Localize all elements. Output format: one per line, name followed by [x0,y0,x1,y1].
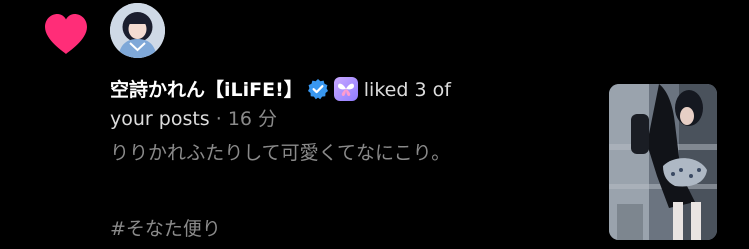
activity-notification-row[interactable]: 空詩かれん【iLiFE!】 liked 3 of your posts · 16… [0,0,749,249]
post-caption: りりかれふたりして可愛くてなにこり。 [110,142,451,164]
timestamp: 16 分 [227,108,278,130]
post-thumbnail-image[interactable] [609,84,717,240]
avatar-image [110,3,165,58]
username-link[interactable]: 空詩かれん【iLiFE!】 [110,79,303,101]
separator-dot: · [215,108,222,130]
verified-badge-icon [307,79,328,100]
notification-subline: your posts · 16 分 [110,105,590,133]
action-text-continued: your posts [110,108,210,130]
user-avatar[interactable] [110,3,165,58]
butterfly-badge-icon [333,77,358,101]
post-hashtag[interactable]: #そなた便り [110,215,590,243]
heart-icon [45,14,87,54]
notification-header-line: 空詩かれん【iLiFE!】 liked 3 of [110,76,590,105]
thumbnail-photo [609,84,717,240]
action-text: liked 3 of [363,79,451,101]
notification-content[interactable]: 空詩かれん【iLiFE!】 liked 3 of your posts · 16… [110,76,590,243]
